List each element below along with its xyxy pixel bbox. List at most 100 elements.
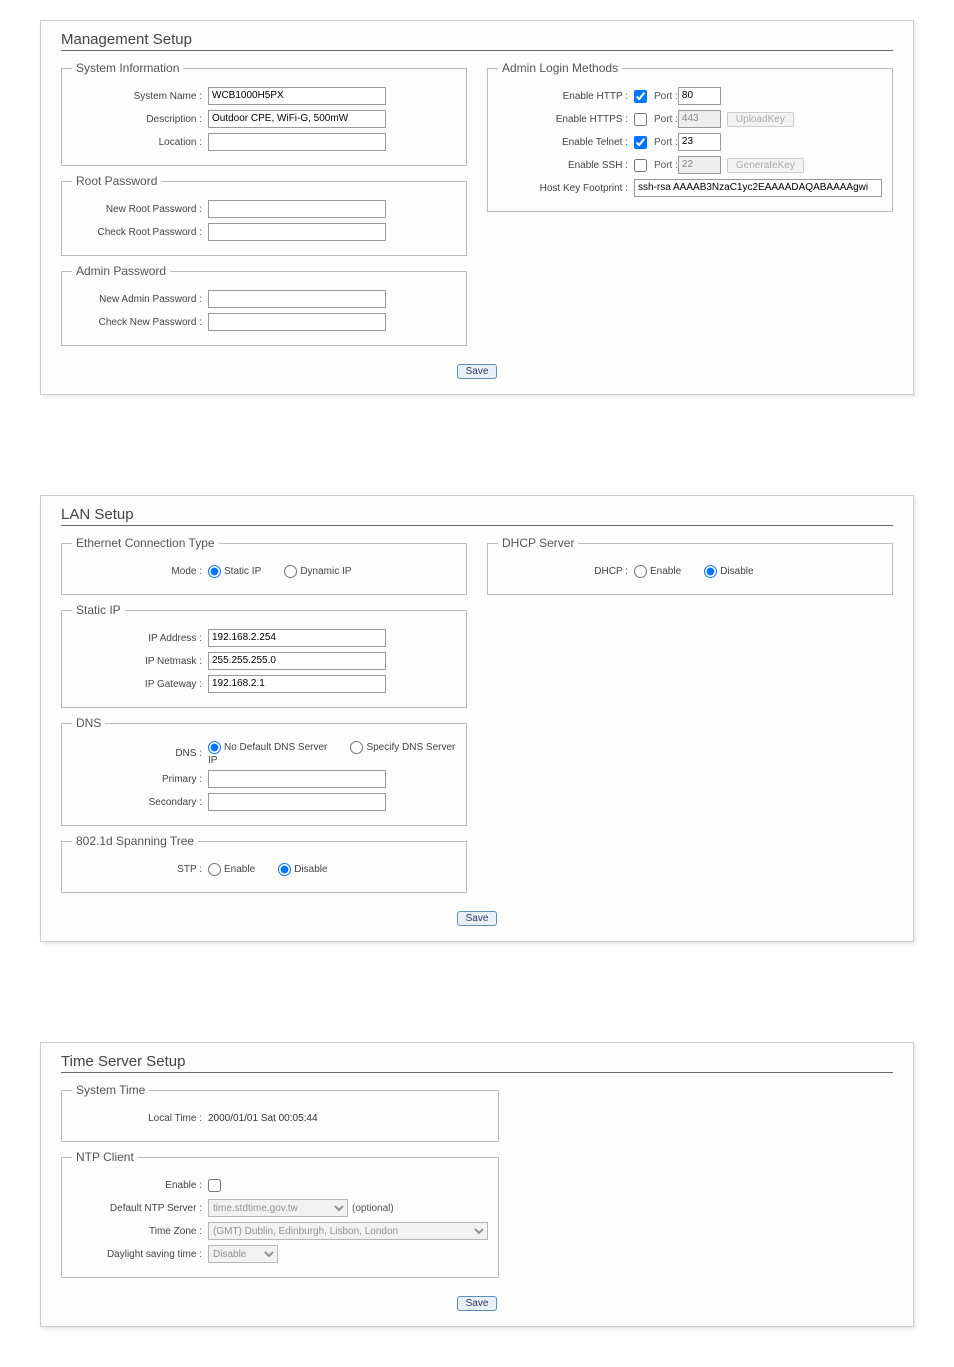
static-ip-fieldset: Static IP IP Address : IP Netmask : IP G… <box>61 603 467 708</box>
upload-key-button[interactable]: UploadKey <box>727 112 794 127</box>
location-input[interactable] <box>208 133 386 151</box>
ssh-port-label: Port : <box>654 160 678 171</box>
spanning-tree-fieldset: 802.1d Spanning Tree STP : Enable Disabl… <box>61 834 467 893</box>
http-port-input[interactable] <box>678 87 721 105</box>
enable-telnet-label: Enable Telnet : <box>498 137 634 148</box>
lan-save-button[interactable]: Save <box>457 911 498 926</box>
primary-dns-input[interactable] <box>208 770 386 788</box>
static-ip-radio-label[interactable]: Static IP <box>208 566 261 577</box>
system-information-fieldset: System Information System Name : Descrip… <box>61 61 467 166</box>
https-port-input <box>678 110 721 128</box>
time-save-button[interactable]: Save <box>457 1296 498 1311</box>
dhcp-label: DHCP : <box>498 566 634 577</box>
enable-telnet-checkbox[interactable] <box>634 136 647 149</box>
management-title: Management Setup <box>61 31 893 51</box>
dynamic-ip-radio[interactable] <box>284 565 297 578</box>
dhcp-enable-radio-label[interactable]: Enable <box>634 566 681 577</box>
default-ntp-server-select: time.stdtime.gov.tw <box>208 1199 348 1217</box>
ntp-optional-note: (optional) <box>352 1203 394 1214</box>
system-information-legend: System Information <box>72 61 183 75</box>
default-ntp-server-label: Default NTP Server : <box>72 1203 208 1214</box>
dhcp-disable-radio[interactable] <box>704 565 717 578</box>
new-root-password-input[interactable] <box>208 200 386 218</box>
dynamic-ip-radio-label[interactable]: Dynamic IP <box>284 566 351 577</box>
system-name-input[interactable] <box>208 87 386 105</box>
telnet-port-label: Port : <box>654 137 678 148</box>
management-save-button[interactable]: Save <box>457 364 498 379</box>
enable-ssh-checkbox[interactable] <box>634 159 647 172</box>
static-ip-radio[interactable] <box>208 565 221 578</box>
system-name-label: System Name : <box>72 91 208 102</box>
generate-key-button[interactable]: GenerateKey <box>727 158 804 173</box>
dns-legend: DNS <box>72 716 105 730</box>
secondary-dns-label: Secondary : <box>72 797 208 808</box>
enable-https-checkbox[interactable] <box>634 113 647 126</box>
telnet-port-input[interactable] <box>678 133 721 151</box>
dhcp-server-legend: DHCP Server <box>498 536 578 550</box>
admin-login-methods-legend: Admin Login Methods <box>498 61 622 75</box>
enable-https-label: Enable HTTPS : <box>498 114 634 125</box>
https-port-label: Port : <box>654 114 678 125</box>
enable-ssh-label: Enable SSH : <box>498 160 634 171</box>
dhcp-server-fieldset: DHCP Server DHCP : Enable Disable <box>487 536 893 595</box>
ntp-enable-checkbox[interactable] <box>208 1179 221 1192</box>
enable-http-checkbox[interactable] <box>634 90 647 103</box>
ssh-port-input <box>678 156 721 174</box>
stp-enable-radio[interactable] <box>208 863 221 876</box>
primary-dns-label: Primary : <box>72 774 208 785</box>
dns-fieldset: DNS DNS : No Default DNS Server Specify … <box>61 716 467 826</box>
ethernet-connection-type-fieldset: Ethernet Connection Type Mode : Static I… <box>61 536 467 595</box>
root-password-fieldset: Root Password New Root Password : Check … <box>61 174 467 256</box>
ip-gateway-label: IP Gateway : <box>72 679 208 690</box>
lan-title: LAN Setup <box>61 506 893 526</box>
host-key-footprint-label: Host Key Footprint : <box>498 183 634 194</box>
host-key-footprint-input[interactable] <box>634 179 882 197</box>
check-new-password-label: Check New Password : <box>72 317 208 328</box>
ip-address-input[interactable] <box>208 629 386 647</box>
stp-enable-radio-label[interactable]: Enable <box>208 864 255 875</box>
http-port-label: Port : <box>654 91 678 102</box>
time-title: Time Server Setup <box>61 1053 893 1073</box>
stp-disable-radio[interactable] <box>278 863 291 876</box>
check-root-password-label: Check Root Password : <box>72 227 208 238</box>
ethernet-connection-type-legend: Ethernet Connection Type <box>72 536 219 550</box>
description-label: Description : <box>72 114 208 125</box>
secondary-dns-input[interactable] <box>208 793 386 811</box>
static-ip-legend: Static IP <box>72 603 125 617</box>
new-admin-password-input[interactable] <box>208 290 386 308</box>
no-default-dns-radio[interactable] <box>208 741 221 754</box>
daylight-saving-select: Disable <box>208 1245 278 1263</box>
location-label: Location : <box>72 137 208 148</box>
local-time-value: 2000/01/01 Sat 00:05:44 <box>208 1113 318 1124</box>
admin-password-fieldset: Admin Password New Admin Password : Chec… <box>61 264 467 346</box>
no-default-dns-radio-label[interactable]: No Default DNS Server <box>208 742 327 753</box>
time-server-setup-panel: Time Server Setup System Time Local Time… <box>40 1042 914 1327</box>
ip-address-label: IP Address : <box>72 633 208 644</box>
ip-netmask-input[interactable] <box>208 652 386 670</box>
dns-label: DNS : <box>72 748 208 759</box>
stp-disable-radio-label[interactable]: Disable <box>278 864 327 875</box>
description-input[interactable] <box>208 110 386 128</box>
ntp-client-fieldset: NTP Client Enable : Default NTP Server :… <box>61 1150 499 1278</box>
admin-login-methods-fieldset: Admin Login Methods Enable HTTP : Port :… <box>487 61 893 212</box>
root-password-legend: Root Password <box>72 174 161 188</box>
dhcp-disable-radio-label[interactable]: Disable <box>704 566 753 577</box>
daylight-saving-label: Daylight saving time : <box>72 1249 208 1260</box>
mode-label: Mode : <box>72 566 208 577</box>
admin-password-legend: Admin Password <box>72 264 170 278</box>
management-setup-panel: Management Setup System Information Syst… <box>40 20 914 395</box>
spanning-tree-legend: 802.1d Spanning Tree <box>72 834 198 848</box>
specify-dns-radio[interactable] <box>350 741 363 754</box>
enable-http-label: Enable HTTP : <box>498 91 634 102</box>
system-time-fieldset: System Time Local Time : 2000/01/01 Sat … <box>61 1083 499 1142</box>
stp-label: STP : <box>72 864 208 875</box>
new-admin-password-label: New Admin Password : <box>72 294 208 305</box>
dhcp-enable-radio[interactable] <box>634 565 647 578</box>
check-new-password-input[interactable] <box>208 313 386 331</box>
new-root-password-label: New Root Password : <box>72 204 208 215</box>
lan-setup-panel: LAN Setup Ethernet Connection Type Mode … <box>40 495 914 942</box>
ip-gateway-input[interactable] <box>208 675 386 693</box>
check-root-password-input[interactable] <box>208 223 386 241</box>
ntp-client-legend: NTP Client <box>72 1150 138 1164</box>
local-time-label: Local Time : <box>72 1113 208 1124</box>
